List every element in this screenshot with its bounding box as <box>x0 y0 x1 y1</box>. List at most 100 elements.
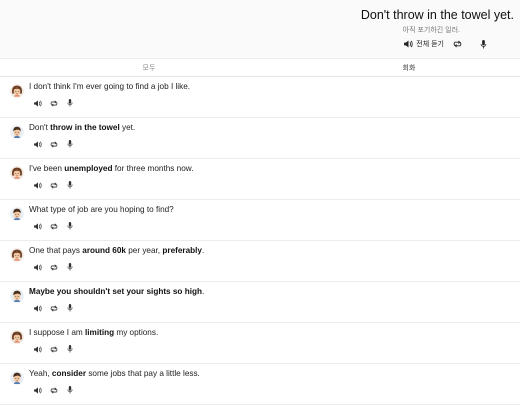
play-line-button[interactable] <box>32 303 43 313</box>
line-text: I suppose I am <box>29 328 85 337</box>
dialogue-list: I don't think I'm ever going to find a j… <box>0 77 520 405</box>
dialogue-line: Don't throw in the towel yet. <box>29 123 135 132</box>
play-line-button[interactable] <box>32 221 43 231</box>
record-line-button[interactable] <box>64 385 75 395</box>
play-line-button[interactable] <box>32 139 43 149</box>
dialogue-row: One that pays around 60k per year, prefe… <box>0 241 520 282</box>
repeat-icon <box>50 263 57 271</box>
male-avatar-icon <box>10 207 24 221</box>
key-phrase: preferably <box>162 246 202 255</box>
play-line-button[interactable] <box>32 385 43 395</box>
female-avatar-icon <box>10 166 24 180</box>
female-avatar-icon <box>10 84 24 98</box>
dialogue-row: Don't throw in the towel yet. <box>0 118 520 159</box>
record-line-button[interactable] <box>64 98 75 108</box>
speaker-icon <box>33 181 42 189</box>
play-line-button[interactable] <box>32 262 43 272</box>
microphone-icon <box>66 304 73 312</box>
repeat-line-button[interactable] <box>48 139 59 149</box>
repeat-icon <box>50 386 57 394</box>
repeat-line-button[interactable] <box>48 344 59 354</box>
repeat-line-button[interactable] <box>48 98 59 108</box>
repeat-icon <box>50 345 57 353</box>
speaker-icon <box>404 40 413 48</box>
female-avatar-icon <box>10 330 24 344</box>
dialogue-row: Maybe you shouldn't set your sights so h… <box>0 282 520 323</box>
dialogue-row: I don't think I'm ever going to find a j… <box>0 77 520 118</box>
dialogue-row: Yeah, consider some jobs that pay a litt… <box>0 364 520 405</box>
repeat-line-button[interactable] <box>48 303 59 313</box>
microphone-icon <box>66 181 73 189</box>
repeat-icon <box>50 181 57 189</box>
repeat-icon <box>453 40 461 48</box>
line-controls <box>32 221 75 231</box>
play-line-button[interactable] <box>32 344 43 354</box>
record-line-button[interactable] <box>64 221 75 231</box>
dialogue-line: I've been unemployed for three months no… <box>29 164 194 173</box>
microphone-icon <box>66 140 73 148</box>
male-avatar-icon <box>10 289 24 303</box>
repeat-line-button[interactable] <box>48 221 59 231</box>
record-all-button[interactable] <box>476 38 490 50</box>
line-text: Don't <box>29 123 51 132</box>
tab-bar: 모두 회화 <box>0 58 520 77</box>
listen-all-button[interactable]: 전체 듣기 <box>402 38 446 50</box>
dialogue-row: I've been unemployed for three months no… <box>0 159 520 200</box>
male-avatar-icon <box>10 371 24 385</box>
line-text: yet. <box>119 123 136 132</box>
speaker-icon <box>33 222 42 230</box>
repeat-icon <box>50 304 57 312</box>
repeat-icon <box>50 222 57 230</box>
dialogue-row: What type of job are you hoping to find? <box>0 200 520 241</box>
key-phrase: consider <box>51 369 87 378</box>
play-line-button[interactable] <box>32 98 43 108</box>
play-line-button[interactable] <box>32 180 43 190</box>
microphone-icon <box>66 345 73 353</box>
dialogue-line: I don't think I'm ever going to find a j… <box>29 82 190 91</box>
line-controls <box>32 262 75 272</box>
record-line-button[interactable] <box>64 303 75 313</box>
header-controls: 전체 듣기 <box>402 38 490 50</box>
speaker-icon <box>33 140 42 148</box>
repeat-line-button[interactable] <box>48 180 59 190</box>
dialogue-line: One that pays around 60k per year, prefe… <box>29 246 204 255</box>
line-controls <box>32 303 75 313</box>
speaker-icon <box>33 263 42 271</box>
record-line-button[interactable] <box>64 262 75 272</box>
line-controls <box>32 139 75 149</box>
repeat-all-button[interactable] <box>450 38 464 50</box>
dialogue-row: I suppose I am limiting my options. <box>0 323 520 364</box>
microphone-icon <box>66 99 73 107</box>
key-phrase: limiting <box>84 328 115 337</box>
microphone-icon <box>66 263 73 271</box>
key-phrase: throw in the towel <box>50 123 120 132</box>
tab-all[interactable]: 모두 <box>0 59 298 77</box>
line-text: per year, <box>125 246 163 255</box>
repeat-line-button[interactable] <box>48 262 59 272</box>
speaker-icon <box>33 345 42 353</box>
line-text: . <box>201 246 205 255</box>
line-controls <box>32 385 75 395</box>
line-text: One that pays <box>29 246 83 255</box>
repeat-icon <box>50 99 57 107</box>
listen-all-label: 전체 듣기 <box>416 41 444 48</box>
microphone-icon <box>66 222 73 230</box>
dialogue-line: What type of job are you hoping to find? <box>29 205 174 214</box>
dialogue-line: I suppose I am limiting my options. <box>29 328 158 337</box>
line-text: What type of job are you hoping to find? <box>29 205 174 214</box>
lesson-title: Don't throw in the towel yet. <box>360 8 514 22</box>
line-controls <box>32 180 75 190</box>
line-controls <box>32 98 75 108</box>
tab-conversation[interactable]: 회화 <box>298 59 520 77</box>
repeat-line-button[interactable] <box>48 385 59 395</box>
record-line-button[interactable] <box>64 344 75 354</box>
line-controls <box>32 344 75 354</box>
record-line-button[interactable] <box>64 139 75 149</box>
record-line-button[interactable] <box>64 180 75 190</box>
line-text: Yeah, <box>29 369 52 378</box>
speaker-icon <box>33 386 42 394</box>
line-text: I've been <box>29 164 65 173</box>
lesson-subtitle: 아직 포기하긴 일러. <box>402 27 460 34</box>
lesson-header: Don't throw in the towel yet. 아직 포기하긴 일러… <box>0 0 520 58</box>
dialogue-line: Maybe you shouldn't set your sights so h… <box>29 287 204 296</box>
